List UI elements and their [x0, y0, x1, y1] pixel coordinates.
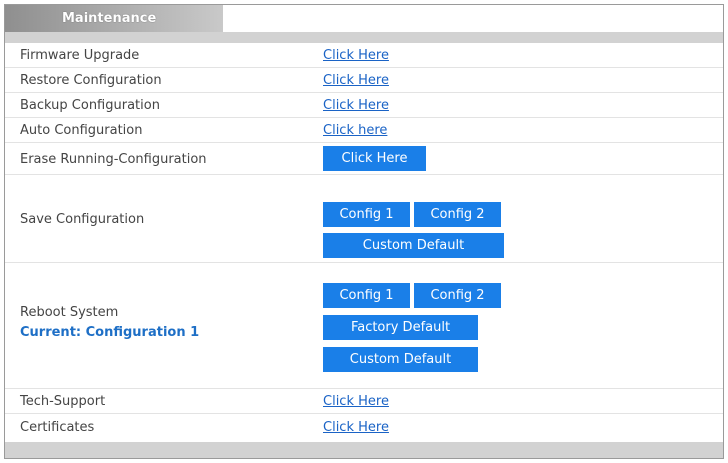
maintenance-panel: Maintenance Firmware Upgrade Click Here … [4, 4, 724, 459]
restore-configuration-link[interactable]: Click Here [323, 73, 389, 88]
row-firmware-upgrade: Firmware Upgrade Click Here [5, 43, 723, 68]
save-config-2-button[interactable]: Config 2 [414, 202, 501, 227]
firmware-upgrade-link[interactable]: Click Here [323, 48, 389, 63]
row-tech-support: Tech-Support Click Here [5, 389, 723, 414]
erase-running-configuration-label: Erase Running-Configuration [20, 152, 207, 167]
header-bar [5, 32, 723, 43]
certificates-link[interactable]: Click Here [323, 420, 389, 435]
row-restore-configuration: Restore Configuration Click Here [5, 68, 723, 93]
footer-bar [5, 442, 723, 458]
backup-configuration-label: Backup Configuration [20, 98, 160, 113]
firmware-upgrade-label: Firmware Upgrade [20, 48, 140, 63]
row-backup-configuration: Backup Configuration Click Here [5, 93, 723, 118]
reboot-custom-default-button[interactable]: Custom Default [323, 347, 478, 372]
erase-running-configuration-button[interactable]: Click Here [323, 146, 426, 171]
tech-support-label: Tech-Support [20, 394, 106, 409]
tech-support-link[interactable]: Click Here [323, 394, 389, 409]
backup-configuration-link[interactable]: Click Here [323, 98, 389, 113]
row-erase-running-configuration: Erase Running-Configuration Click Here [5, 143, 723, 175]
save-custom-default-button[interactable]: Custom Default [323, 233, 504, 258]
auto-configuration-label: Auto Configuration [20, 123, 143, 138]
certificates-label: Certificates [20, 420, 95, 435]
row-reboot-system: Reboot System Current: Configuration 1 C… [5, 263, 723, 389]
auto-configuration-link[interactable]: Click here [323, 123, 387, 138]
save-config-1-button[interactable]: Config 1 [323, 202, 410, 227]
restore-configuration-label: Restore Configuration [20, 73, 162, 88]
tab-title: Maintenance [62, 11, 157, 26]
reboot-config-2-button[interactable]: Config 2 [414, 283, 501, 308]
row-save-configuration: Save Configuration Config 1 Config 2 Cus… [5, 175, 723, 263]
row-auto-configuration: Auto Configuration Click here [5, 118, 723, 143]
reboot-config-1-button[interactable]: Config 1 [323, 283, 410, 308]
save-configuration-label: Save Configuration [20, 212, 145, 227]
reboot-factory-default-button[interactable]: Factory Default [323, 315, 478, 340]
row-certificates: Certificates Click Here [5, 414, 723, 442]
maintenance-tab: Maintenance [5, 5, 223, 32]
current-configuration-text: Current: Configuration 1 [20, 325, 200, 340]
reboot-system-label: Reboot System [20, 305, 119, 320]
